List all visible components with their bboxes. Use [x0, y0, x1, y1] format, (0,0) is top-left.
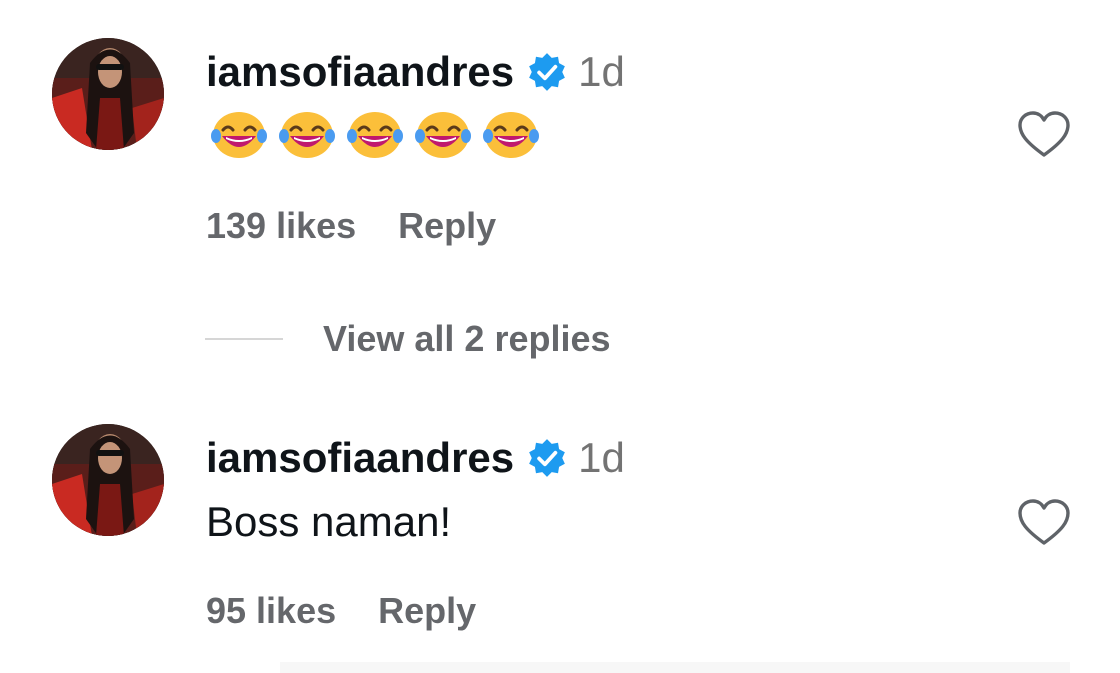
verified-badge-icon	[529, 439, 565, 477]
comment-text: Boss naman!	[206, 498, 452, 545]
comment-actions: 95 likes Reply	[206, 590, 476, 632]
username[interactable]: iamsofiaandres	[206, 434, 514, 482]
like-count[interactable]: 95 likes	[206, 590, 336, 632]
comment-2: iamsofiaandres 1d Boss naman! 95 likes R…	[0, 0, 1120, 673]
avatar-image	[52, 424, 164, 536]
reply-button[interactable]: Reply	[378, 590, 476, 632]
timestamp: 1d	[578, 434, 625, 481]
next-item-edge	[280, 662, 1070, 673]
avatar[interactable]	[52, 424, 164, 536]
comment-header: iamsofiaandres 1d	[206, 434, 625, 482]
heart-outline-icon[interactable]	[1016, 498, 1072, 548]
comments-thread: iamsofiaandres 1d 139 likes Reply View a…	[0, 0, 1120, 673]
